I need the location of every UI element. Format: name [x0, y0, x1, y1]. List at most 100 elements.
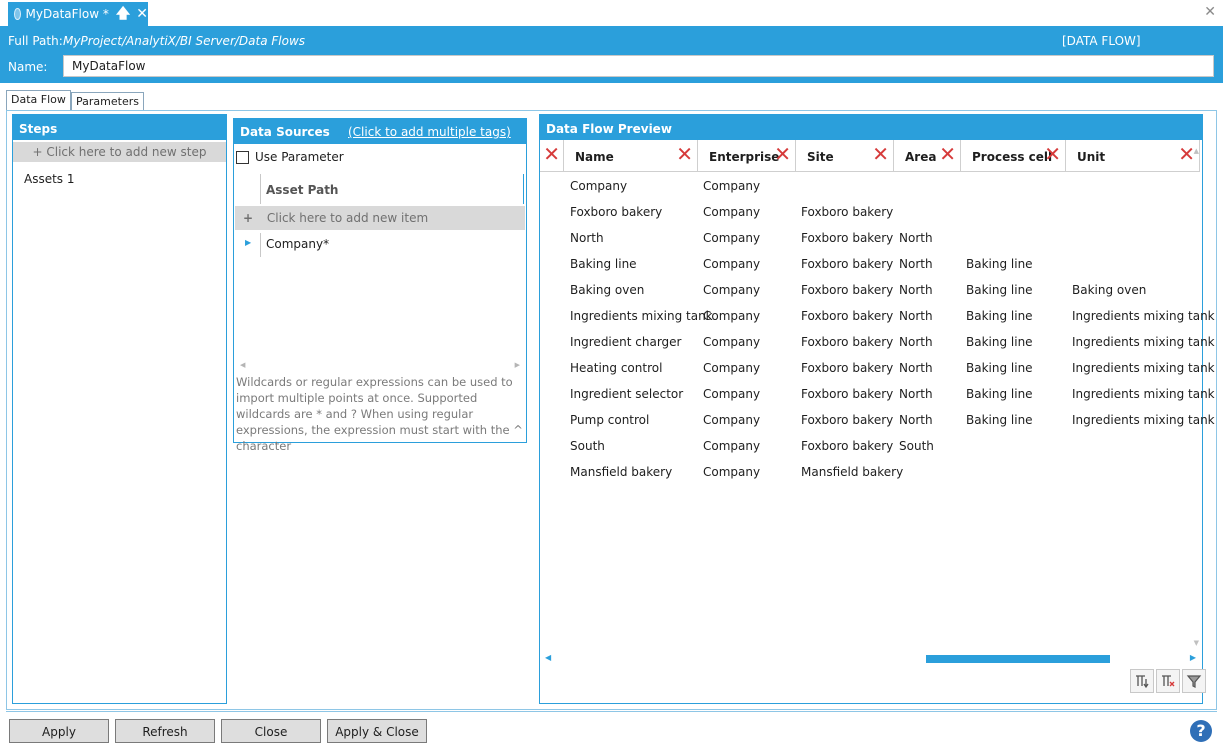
close-button[interactable]: Close	[221, 719, 321, 743]
tab-parameters[interactable]: Parameters	[71, 92, 144, 110]
column-header-area[interactable]: Area ✕	[895, 140, 961, 172]
column-header-label: Site	[807, 150, 834, 164]
remove-column-icon[interactable]: ✕	[774, 144, 791, 164]
cell-site: Foxboro bakery	[801, 361, 894, 375]
cell-process-cell: Baking line	[966, 361, 1033, 375]
remove-column-icon[interactable]: ✕	[676, 144, 693, 164]
cell-enterprise: Company	[703, 465, 761, 479]
table-row[interactable]: Ingredients mixing tank Company Foxboro ba…	[540, 303, 1215, 329]
filter-icon	[1186, 675, 1202, 688]
refresh-button[interactable]: Refresh	[115, 719, 215, 743]
cell-area: North	[899, 309, 933, 323]
column-header-site[interactable]: Site ✕	[797, 140, 894, 172]
remove-column-icon[interactable]: ✕	[872, 144, 889, 164]
cell-site: Foxboro bakery	[801, 231, 894, 245]
scroll-right-arrow-icon[interactable]: ▶	[515, 361, 520, 369]
expand-arrow-icon[interactable]: ▶	[245, 238, 251, 247]
table-row[interactable]: Ingredient charger Company Foxboro bakery N…	[540, 329, 1215, 355]
asset-path-column-header[interactable]: Asset Path	[260, 174, 524, 204]
remove-column-icon[interactable]: ✕	[939, 144, 956, 164]
checkbox-box[interactable]	[236, 150, 249, 164]
cell-unit: Ingredients mixing tank	[1072, 335, 1215, 349]
scroll-left-arrow-icon[interactable]: ◀	[240, 361, 245, 369]
table-row[interactable]: Baking oven Company Foxboro bakery North Bak…	[540, 277, 1200, 303]
column-header-process-cell[interactable]: Process cell ✕	[962, 140, 1066, 172]
cell-site: Foxboro bakery	[801, 309, 894, 323]
document-tab-title: MyDataFlow *	[25, 7, 109, 21]
name-label: Name:	[8, 60, 48, 74]
scroll-right-arrow-icon[interactable]: ▶	[1190, 653, 1196, 662]
add-step-button[interactable]: + Click here to add new step	[13, 142, 226, 162]
filter-columns-button[interactable]	[1130, 669, 1154, 693]
cell-site: Foxboro bakery	[801, 413, 894, 427]
table-row[interactable]: Company Company	[540, 173, 1200, 199]
remove-all-columns-cell: ✕	[540, 140, 564, 172]
name-input[interactable]	[63, 55, 1214, 77]
remove-column-icon[interactable]: ✕	[1178, 144, 1195, 164]
cell-area: North	[899, 231, 933, 245]
cell-enterprise: Company	[703, 231, 761, 245]
scroll-left-arrow-icon[interactable]: ◀	[545, 653, 551, 662]
table-row[interactable]: South Company Foxboro bakery South	[540, 433, 1200, 459]
cell-name: Ingredient selector	[570, 387, 684, 401]
cell-area: South	[899, 439, 934, 453]
apply-button[interactable]: Apply	[9, 719, 109, 743]
column-header-label: Area	[905, 150, 937, 164]
cell-name: Pump control	[570, 413, 650, 427]
document-tab-mydataflow[interactable]: MyDataFlow * 🡅 ✕	[8, 2, 148, 26]
remove-column-icon[interactable]: ✕	[1044, 144, 1061, 164]
add-item-button[interactable]: + Click here to add new item	[235, 206, 525, 230]
step-item-assets[interactable]: Assets 1	[13, 162, 226, 186]
table-row[interactable]: North Company Foxboro bakery North	[540, 225, 1200, 251]
horizontal-scrollbar-thumb[interactable]	[926, 655, 1110, 663]
column-header-unit[interactable]: Unit ✕	[1067, 140, 1200, 172]
cell-site: Foxboro bakery	[801, 283, 894, 297]
remove-column-icon[interactable]: ✕	[543, 144, 560, 164]
table-row[interactable]: Baking line Company Foxboro bakery North Bak…	[540, 251, 1200, 277]
cell-name: Baking oven	[570, 283, 645, 297]
add-multiple-tags-link[interactable]: (Click to add multiple tags)	[348, 125, 511, 139]
asset-path-row[interactable]: ▶ Company*	[235, 233, 525, 257]
cell-enterprise: Company	[703, 387, 761, 401]
cell-unit: Ingredients mixing tank	[1072, 361, 1215, 375]
data-flow-preview-panel: Data Flow Preview ✕ Name ✕ Enterprise ✕ …	[539, 114, 1215, 704]
data-flow-icon	[14, 8, 21, 20]
table-row[interactable]: Mansfield bakery Company Mansfield bakery	[540, 459, 1200, 485]
apply-and-close-button[interactable]: Apply & Close	[327, 719, 427, 743]
scroll-down-arrow-icon[interactable]: ▼	[1194, 639, 1199, 647]
column-header-name[interactable]: Name ✕	[565, 140, 698, 172]
pin-icon[interactable]: 🡅	[116, 7, 130, 21]
steps-title: Steps	[13, 115, 226, 140]
scroll-up-arrow-icon[interactable]: ▲	[1194, 147, 1199, 155]
cell-name: Ingredient charger	[570, 335, 682, 349]
use-parameter-checkbox[interactable]: Use Parameter	[236, 150, 344, 164]
preview-grid-header: ✕ Name ✕ Enterprise ✕ Site ✕ Area ✕ Proc…	[540, 140, 1200, 172]
full-path-label: Full Path:	[8, 34, 63, 48]
add-plus-icon: +	[243, 211, 254, 225]
cell-area: North	[899, 413, 933, 427]
cell-unit: Baking oven	[1072, 283, 1147, 297]
table-row[interactable]: Ingredient selector Company Foxboro bakery…	[540, 381, 1215, 407]
clear-filter-icon	[1162, 675, 1175, 687]
filter-button[interactable]	[1182, 669, 1206, 693]
cell-process-cell: Baking line	[966, 283, 1033, 297]
table-row[interactable]: Pump control Company Foxboro bakery North Ba…	[540, 407, 1215, 433]
cell-name: Mansfield bakery	[570, 465, 673, 479]
cell-unit: Ingredients mixing tank	[1072, 413, 1215, 427]
close-icon[interactable]: ✕	[136, 7, 148, 21]
column-divider	[260, 233, 261, 257]
asset-path-value: Company*	[266, 237, 330, 251]
steps-panel: Steps + Click here to add new step Asset…	[12, 114, 227, 704]
column-header-label: Enterprise	[709, 150, 780, 164]
window-close-icon[interactable]: ✕	[1204, 4, 1216, 20]
tab-data-flow[interactable]: Data Flow	[6, 90, 71, 111]
table-row[interactable]: Heating control Company Foxboro bakery Nort…	[540, 355, 1215, 381]
column-header-label: Process cell	[972, 150, 1053, 164]
column-filter-icon	[1136, 675, 1149, 689]
properties-header: Full Path: MyProject/AnalytiX/BI Server/…	[0, 26, 1223, 83]
column-header-enterprise[interactable]: Enterprise ✕	[699, 140, 796, 172]
cell-enterprise: Company	[703, 283, 761, 297]
help-icon[interactable]: ?	[1190, 720, 1212, 742]
table-row[interactable]: Foxboro bakery Company Foxboro bakery	[540, 199, 1200, 225]
clear-column-filter-button[interactable]	[1156, 669, 1180, 693]
